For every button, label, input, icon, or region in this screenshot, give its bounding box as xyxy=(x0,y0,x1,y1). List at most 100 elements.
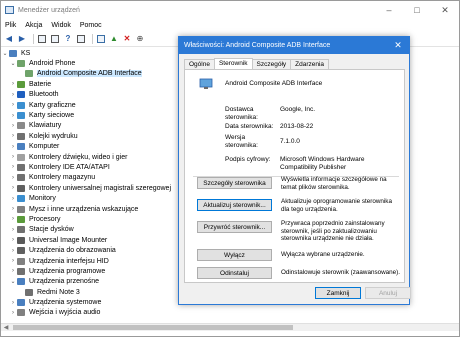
tree-item[interactable]: › Mysz i inne urządzenia wskazujące xyxy=(1,204,181,214)
show-hide-tree-icon[interactable] xyxy=(37,34,47,44)
tree-item[interactable]: › Urządzenia systemowe xyxy=(1,297,181,307)
update-driver-icon[interactable]: ▲ xyxy=(109,34,119,44)
update-driver-button[interactable]: Aktualizuj sterownik... xyxy=(197,199,272,211)
tree-item[interactable]: › Kontrolery dźwięku, wideo i gier xyxy=(1,152,181,162)
tree-item[interactable]: › Wejścia i wyjścia audio xyxy=(1,308,181,318)
expand-caret-icon[interactable]: › xyxy=(9,248,17,254)
tab-sterownik[interactable]: Sterownik xyxy=(213,58,253,69)
date-value: 2013-08-22 xyxy=(280,123,314,130)
tree-item-label: Android Composite ADB Interface xyxy=(37,70,142,78)
tree-item[interactable]: › Procesory xyxy=(1,214,181,224)
expand-caret-icon[interactable]: › xyxy=(9,144,17,150)
tree-item-label: Universal Image Mounter xyxy=(29,236,108,244)
rollback-driver-button[interactable]: Przywróć sterownik... xyxy=(197,221,272,233)
expand-caret-icon[interactable]: › xyxy=(9,92,17,98)
collapse-caret-icon[interactable]: ⌄ xyxy=(9,60,17,67)
bluetooth-icon xyxy=(17,91,25,99)
tree-item[interactable]: › Urządzenia do obrazowania xyxy=(1,245,181,255)
expand-caret-icon[interactable]: › xyxy=(9,258,17,264)
tree-item[interactable]: › Komputer xyxy=(1,142,181,152)
close-button[interactable]: Zamknij xyxy=(315,287,361,299)
tree-item[interactable]: ⌄ Android Phone xyxy=(1,58,181,68)
tree-item-label: Kolejki wydruku xyxy=(29,132,78,140)
disable-device-icon[interactable]: ⊕ xyxy=(135,34,145,44)
forward-icon[interactable]: ▶ xyxy=(17,34,27,44)
expand-caret-icon[interactable]: › xyxy=(9,175,17,181)
tree-item-label: Urządzenia interfejsu HID xyxy=(29,257,109,265)
device-tree: ⌄ KS ⌄ Android Phone Android Composite ADB I… xyxy=(1,48,181,318)
scrollbar-thumb[interactable] xyxy=(13,325,293,330)
properties-icon[interactable] xyxy=(50,34,60,44)
scroll-left-icon[interactable]: ◀ xyxy=(1,324,11,332)
tree-item[interactable]: › Stacje dysków xyxy=(1,225,181,235)
expand-caret-icon[interactable]: › xyxy=(9,268,17,274)
expand-caret-icon[interactable]: › xyxy=(9,133,17,139)
expand-caret-icon[interactable]: › xyxy=(9,216,17,222)
tree-item[interactable]: › Bluetooth xyxy=(1,90,181,100)
collapse-caret-icon[interactable]: ⌄ xyxy=(1,50,9,57)
expand-caret-icon[interactable]: › xyxy=(9,300,17,306)
tree-item[interactable]: Android Composite ADB Interface xyxy=(1,69,181,79)
battery-icon xyxy=(17,80,25,88)
expand-caret-icon[interactable]: › xyxy=(9,102,17,108)
tree-item[interactable]: › Kontrolery IDE ATA/ATAPI xyxy=(1,162,181,172)
menu-pomoc[interactable]: Pomoc xyxy=(80,22,102,29)
tree-item[interactable]: › Baterie xyxy=(1,79,181,89)
network-icon xyxy=(17,112,25,120)
tree-item[interactable]: › Urządzenia programowe xyxy=(1,266,181,276)
tab-zdarzenia[interactable]: Zdarzenia xyxy=(290,59,330,69)
disable-device-button[interactable]: Wyłącz xyxy=(197,249,272,261)
tree-item-label: Komputer xyxy=(29,143,60,151)
expand-caret-icon[interactable]: › xyxy=(9,154,17,160)
menu-plik[interactable]: Plik xyxy=(5,22,16,29)
menu-akcja[interactable]: Akcja xyxy=(25,22,42,29)
uninstall-driver-button[interactable]: Odinstaluj xyxy=(197,267,272,279)
tree-item[interactable]: › Kontrolery uniwersalnej magistrali szer… xyxy=(1,183,181,193)
expand-caret-icon[interactable]: › xyxy=(9,185,17,191)
tree-item[interactable]: › Klawiatury xyxy=(1,121,181,131)
help-icon[interactable]: ? xyxy=(63,34,73,44)
close-icon[interactable]: ✕ xyxy=(431,1,459,19)
horizontal-scrollbar[interactable]: ◀ xyxy=(1,323,459,331)
tree-item-label: Redmi Note 3 xyxy=(37,288,80,296)
tree-item[interactable]: › Monitory xyxy=(1,193,181,203)
scan-hardware-icon[interactable] xyxy=(96,34,106,44)
expand-caret-icon[interactable]: › xyxy=(9,164,17,170)
maximize-icon[interactable]: □ xyxy=(403,1,431,19)
tree-item[interactable]: ⌄ Urządzenia przenośne xyxy=(1,277,181,287)
tree-item[interactable]: › Universal Image Mounter xyxy=(1,235,181,245)
minimize-icon[interactable]: – xyxy=(375,1,403,19)
expand-caret-icon[interactable]: › xyxy=(9,227,17,233)
driver-details-button[interactable]: Szczegóły sterownika xyxy=(197,177,272,189)
collapse-caret-icon[interactable]: ⌄ xyxy=(9,278,17,285)
dialog-close-icon[interactable]: ✕ xyxy=(387,37,409,54)
device-icon xyxy=(199,78,213,89)
tab-ogolne[interactable]: Ogólne xyxy=(184,59,215,69)
expand-caret-icon[interactable]: › xyxy=(9,123,17,129)
back-icon[interactable]: ◀ xyxy=(4,34,14,44)
expand-caret-icon[interactable]: › xyxy=(9,196,17,202)
tree-item-label: Kontrolery uniwersalnej magistrali szere… xyxy=(29,184,172,192)
keyboard-icon xyxy=(17,122,25,130)
expand-caret-icon[interactable]: › xyxy=(9,237,17,243)
tree-item-label: Urządzenia przenośne xyxy=(29,278,100,286)
driver-tab-panel: Android Composite ADB Interface Dostawca… xyxy=(184,69,405,283)
tree-item[interactable]: Redmi Note 3 xyxy=(1,287,181,297)
tree-item-label: Klawiatury xyxy=(29,122,62,130)
tree-item[interactable]: › Karty graficzne xyxy=(1,100,181,110)
tree-item[interactable]: ⌄ KS xyxy=(1,48,181,58)
tree-item[interactable]: › Kontrolery magazynu xyxy=(1,173,181,183)
menu-widok[interactable]: Widok xyxy=(51,22,70,29)
cancel-button[interactable]: Anuluj xyxy=(365,287,411,299)
action-pane-icon[interactable] xyxy=(76,34,86,44)
tree-item[interactable]: › Karty sieciowe xyxy=(1,110,181,120)
tree-item[interactable]: › Urządzenia interfejsu HID xyxy=(1,256,181,266)
expand-caret-icon[interactable]: › xyxy=(9,310,17,316)
phone-icon xyxy=(25,288,33,296)
uninstall-icon[interactable]: ✕ xyxy=(122,34,132,44)
expand-caret-icon[interactable]: › xyxy=(9,113,17,119)
expand-caret-icon[interactable]: › xyxy=(9,81,17,87)
tree-item[interactable]: › Kolejki wydruku xyxy=(1,131,181,141)
expand-caret-icon[interactable]: › xyxy=(9,206,17,212)
tab-szczegoly[interactable]: Szczegóły xyxy=(251,59,292,69)
